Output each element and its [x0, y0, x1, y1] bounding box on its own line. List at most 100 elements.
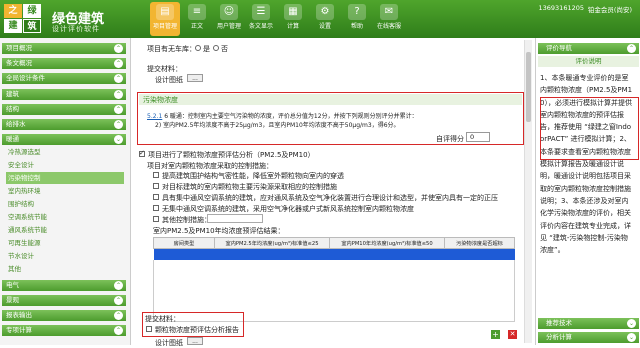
measure-checkbox[interactable]: [153, 205, 159, 211]
toolbar-label: 条文显示: [248, 23, 273, 30]
settings-icon: ⚙: [316, 4, 334, 20]
user-icon: ☺: [220, 4, 238, 20]
nav-item-other[interactable]: 其他: [6, 263, 124, 275]
measure-label: 其他控制措施：: [162, 216, 211, 224]
radio-no-label: 否: [221, 45, 228, 53]
nav-item-envelope[interactable]: 围护结构: [6, 198, 124, 210]
toolbar-label: 设置: [318, 23, 331, 30]
chevron-icon: ⌃: [114, 44, 123, 53]
clause-text-1: 6 暖通：控制室内主要空气污染物的浓度，评价总分值为12分，并按下列规则分别评分…: [164, 113, 418, 120]
right-panel: 评价导航 ⌃ 评价说明 1、本条暖通专业评价的是室内颗粒物浓度（PM2.5及PM1…: [535, 38, 640, 345]
clause-link[interactable]: 5.2.1: [147, 113, 162, 120]
measure-checkbox[interactable]: [153, 194, 159, 200]
browse-button[interactable]: ...: [187, 74, 203, 82]
measure-label: 具有集中通风空调系统的建筑，应对通风系统及空气净化装置进行合理设计和选型，并使室…: [162, 194, 498, 202]
toolbar-label: 正文: [190, 23, 203, 30]
toolbar-text-button[interactable]: ≡ 正文: [182, 2, 212, 36]
clause-line-2: 2) 室内PM2.5年均浓度不高于25μg/m3，且室内PM10年均浓度不高于5…: [155, 122, 400, 129]
nav-group-landscape[interactable]: 景观 ⌃: [2, 295, 126, 306]
section-title: 污染物浓度: [143, 96, 178, 104]
highlight-box: [540, 97, 639, 160]
nav-group-project-overview[interactable]: 项目概况 ⌃: [2, 43, 126, 54]
nav-group-structure[interactable]: 结构 ⌃: [2, 104, 126, 115]
project-icon: ▤: [156, 4, 174, 20]
result-table: 房间类型 室内PM2.5年均浓度(ug/m³)标准值≤25 室内PM10年均浓度…: [153, 237, 515, 261]
toolbar-help-button[interactable]: ? 帮助: [342, 2, 372, 36]
scrollbar-thumb[interactable]: [526, 52, 531, 122]
logo-char-2: 绿: [23, 4, 41, 18]
add-row-icon[interactable]: +: [491, 330, 500, 339]
nav-group-report[interactable]: 报表输出 ⌃: [2, 310, 126, 321]
nav-item-pollutant-control[interactable]: 污染物控制: [6, 172, 124, 184]
nav-group-label: 电气: [6, 281, 19, 289]
nav-item-water-saving[interactable]: 节水设计: [6, 250, 124, 262]
nav-item-heat-source[interactable]: 冷热源选型: [6, 146, 124, 158]
other-measure-input[interactable]: [207, 214, 263, 223]
nav-group-hvac[interactable]: 暖通 ⌄: [2, 134, 126, 145]
nav-group-architecture[interactable]: 建筑 ⌃: [2, 89, 126, 100]
nav-group-clause-overview[interactable]: 条文概况 ⌃: [2, 58, 126, 69]
nav-item-vent-saving[interactable]: 通风系统节能: [6, 224, 124, 236]
chevron-icon: ⌃: [114, 74, 123, 83]
toolbar-chat-button[interactable]: ✉ 在线客服: [374, 2, 404, 36]
self-score-input[interactable]: 0: [466, 132, 490, 142]
eval-nav-header[interactable]: 评价导航 ⌃: [538, 43, 639, 54]
browse-button[interactable]: ...: [187, 337, 203, 345]
toolbar-calc-button[interactable]: ▦ 计算: [278, 2, 308, 36]
toolbar-project-button[interactable]: ▤ 项目管理: [150, 2, 180, 36]
table-cell[interactable]: [445, 249, 515, 261]
user-badge[interactable]: 铂金会员(尚安): [588, 4, 632, 14]
chevron-icon: ⌃: [114, 90, 123, 99]
chevron-icon: ⌄: [627, 333, 636, 342]
garage-no-radio[interactable]: [213, 45, 219, 51]
nav-group-global-design[interactable]: 全局设计条件 ⌃: [2, 73, 126, 84]
chevron-icon: ⌃: [114, 105, 123, 114]
chevron-icon: ⌃: [114, 296, 123, 305]
clause-line-1: 5.2.1 6 暖通：控制室内主要空气污染物的浓度，评价总分值为12分，并按下列…: [147, 111, 418, 120]
eval-desc-tab[interactable]: 评价说明: [538, 56, 639, 67]
section-header: [139, 94, 522, 105]
nav-item-thermal[interactable]: 室内热环境: [6, 185, 124, 197]
eval-nav-label: 评价导航: [546, 44, 572, 52]
delete-row-icon[interactable]: ✕: [508, 330, 517, 339]
nav-group-label: 建筑: [6, 90, 19, 98]
analysis-calc-header[interactable]: 分析计算 ⌄: [538, 332, 639, 343]
nav-group-label: 项目概况: [6, 44, 32, 52]
table-cell[interactable]: [154, 249, 215, 261]
report-checkbox[interactable]: [146, 326, 152, 332]
recommend-tech-header[interactable]: 推荐技术 ⌄: [538, 318, 639, 329]
preassessment-checkbox[interactable]: [139, 149, 145, 157]
toolbar-settings-button[interactable]: ⚙ 设置: [310, 2, 340, 36]
toolbar-label: 在线客服: [376, 23, 401, 30]
nav-item-safety[interactable]: 安全设计: [6, 159, 124, 171]
table-header: 污染物浓度是否超标: [444, 237, 515, 249]
table-title: 室内PM2.5及PM10年均浓度预评估结果：: [153, 227, 285, 235]
nav-group-label: 报表输出: [6, 311, 32, 319]
measure-checkbox[interactable]: [153, 172, 159, 178]
measure-checkbox[interactable]: [153, 216, 159, 222]
table-row[interactable]: [153, 248, 515, 261]
nav-item-renewable[interactable]: 可再生能源: [6, 237, 124, 249]
nav-group-plumbing[interactable]: 给排水 ⌃: [2, 119, 126, 130]
toolbar-user-button[interactable]: ☺ 用户管理: [214, 2, 244, 36]
nav-item-ac-saving[interactable]: 空调系统节能: [6, 211, 124, 223]
nav-group-label: 景观: [6, 296, 19, 304]
chevron-icon: ⌃: [114, 326, 123, 335]
app-logo: 之 绿 建 筑: [4, 4, 44, 34]
nav-group-electrical[interactable]: 电气 ⌃: [2, 280, 126, 291]
table-header: 室内PM10年均浓度(ug/m³)标准值≤50: [329, 237, 445, 249]
left-nav: 项目概况 ⌃ 条文概况 ⌃ 全局设计条件 ⌃ 建筑 ⌃ 结构 ⌃ 给排水 ⌃ 暖通 ⌄ 冷热源…: [0, 38, 131, 345]
garage-yes-radio[interactable]: [195, 45, 201, 51]
table-cell[interactable]: [330, 249, 445, 261]
content-scrollbar[interactable]: [524, 40, 532, 343]
measure-checkbox[interactable]: [153, 183, 159, 189]
table-cell[interactable]: [215, 249, 330, 261]
measure-label: 无集中通风空调系统的建筑，采用空气净化器或户式新风系统控制室内颗粒物浓度: [162, 205, 414, 213]
toolbar-display-button[interactable]: ☰ 条文显示: [246, 2, 276, 36]
measure-label: 对目标建筑的室内颗粒物主要污染源采取相应的控制措施: [162, 183, 337, 191]
nav-group-label: 全局设计条件: [6, 74, 45, 82]
phone-number: 13693161205: [538, 4, 585, 12]
text-icon: ≡: [188, 4, 206, 20]
garage-question: 项目有无车库：: [147, 45, 196, 53]
nav-group-special-calc[interactable]: 专项计算 ⌃: [2, 325, 126, 336]
